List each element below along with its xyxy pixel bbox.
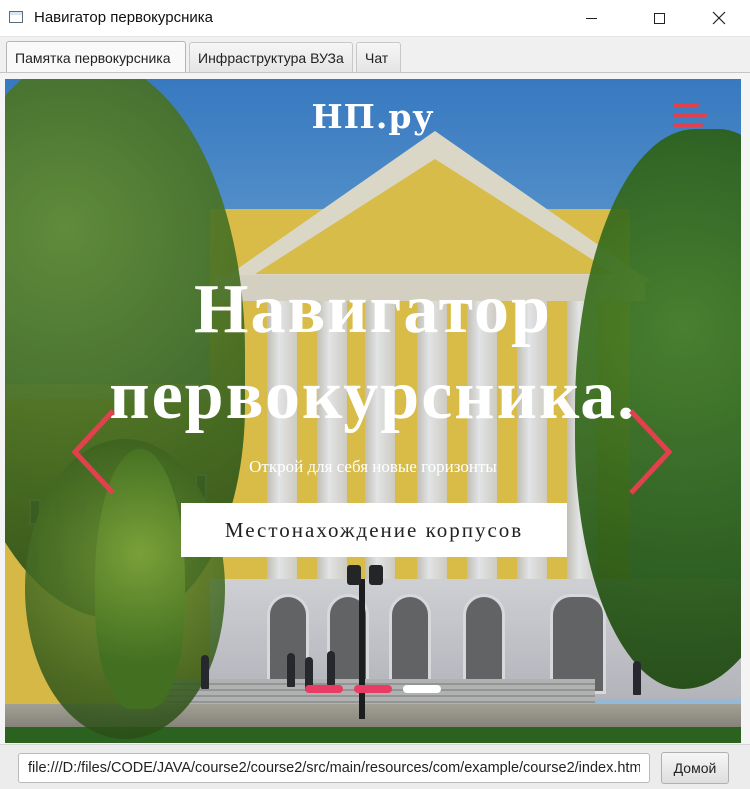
window-title: Навигатор первокурсника	[34, 9, 213, 26]
address-bar: Домой	[0, 744, 750, 789]
url-input[interactable]	[18, 753, 650, 783]
tab-chat[interactable]: Чат	[356, 42, 401, 73]
carousel-next-button[interactable]	[621, 407, 677, 497]
carousel-dot-2[interactable]	[354, 685, 392, 693]
maximize-icon	[653, 12, 665, 24]
carousel-prev-button[interactable]	[67, 407, 123, 497]
carousel-dot-1[interactable]	[305, 685, 343, 693]
maximize-button[interactable]	[636, 0, 682, 36]
webview-frame: НП.ру Навигатор первокурсника. Открой дл…	[0, 72, 750, 744]
menu-bar	[673, 113, 707, 117]
window-titlebar: Навигатор первокурсника	[0, 0, 750, 36]
chevron-left-icon	[71, 409, 115, 495]
tab-pamyatka[interactable]: Памятка первокурсника	[6, 41, 186, 74]
close-icon	[712, 11, 726, 25]
chevron-right-icon	[629, 409, 673, 495]
carousel-dot-3[interactable]	[403, 685, 441, 693]
menu-bar	[673, 103, 699, 107]
minimize-icon	[585, 17, 597, 19]
close-button[interactable]	[696, 0, 742, 36]
home-button[interactable]: Домой	[661, 752, 729, 784]
locations-button[interactable]: Местонахождение корпусов	[181, 503, 567, 557]
tab-infrastructure[interactable]: Инфраструктура ВУЗа	[189, 42, 353, 73]
minimize-button[interactable]	[568, 0, 614, 36]
app-window-icon	[9, 11, 23, 23]
hamburger-menu-icon[interactable]	[669, 99, 707, 135]
site-logo[interactable]: НП.ру	[5, 97, 741, 136]
hero-carousel: НП.ру Навигатор первокурсника. Открой дл…	[5, 79, 741, 743]
menu-bar	[673, 123, 703, 127]
tab-bar: Памятка первокурсника Инфраструктура ВУЗ…	[0, 36, 750, 74]
